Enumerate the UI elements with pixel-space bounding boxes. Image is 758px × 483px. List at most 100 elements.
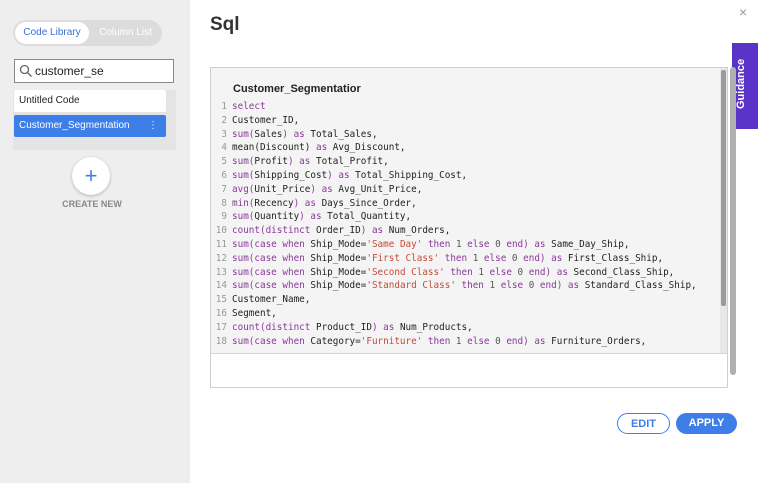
code-line: 16 Segment, — [211, 307, 721, 321]
close-icon[interactable]: × — [739, 4, 747, 20]
code-token: ) as — [371, 321, 400, 333]
code-token: Num_Orders, — [388, 225, 451, 237]
search-input[interactable]: customer_se — [14, 59, 174, 83]
code-token: 'Standard Class' — [366, 280, 456, 292]
code-token: else — [478, 252, 512, 264]
code-token: else — [495, 280, 529, 292]
code-token: end) as — [534, 280, 585, 292]
code-line: 11 sum(case when Ship_Mode='Same Day' the… — [211, 238, 721, 252]
line-number: 4 — [221, 142, 227, 154]
code-token: sum(case when — [232, 335, 311, 347]
more-options-icon[interactable]: ⋮ — [148, 115, 158, 137]
code-token: Customer_ID, — [232, 114, 300, 126]
code-token: then — [444, 266, 479, 278]
search-value: customer_se — [35, 64, 104, 78]
line-number: 3 — [221, 128, 227, 140]
line-number: 13 — [215, 266, 227, 278]
code-token: ) as — [360, 225, 389, 237]
line-number: 8 — [221, 197, 227, 209]
code-line: 9 sum(Quantity) as Total_Quantity, — [211, 210, 721, 224]
code-line: 18 sum(case when Category='Furniture' the… — [211, 335, 721, 349]
code-token: Recency — [254, 197, 294, 209]
code-line: 10 count(distinct Order_ID) as Num_Orders… — [211, 224, 721, 238]
code-title: Customer_Segmentatior — [233, 83, 361, 95]
code-token: sum( — [232, 169, 255, 181]
code-token: end) as — [500, 238, 552, 250]
line-number: 2 — [221, 114, 227, 126]
code-token: Profit — [254, 156, 288, 168]
tab-column-list[interactable]: Column List — [91, 22, 160, 44]
code-token: Furniture_Orders, — [551, 335, 647, 347]
code-token: then — [422, 238, 456, 250]
guidance-label: Guidance — [735, 58, 747, 109]
code-token: Ship_Mode= — [310, 266, 367, 278]
code-area[interactable]: Customer_Segmentatior 1 select 2 Customer_I… — [211, 68, 721, 353]
list-item-customer-segmentation[interactable]: Customer_Segmentation ⋮ — [14, 115, 166, 137]
code-library-panel: Code Library Column List customer_se Unt… — [0, 0, 190, 483]
code-line: 17 count(distinct Product_ID) as Num_Prod… — [211, 321, 721, 335]
code-token: else — [461, 335, 496, 347]
edit-button[interactable]: EDIT — [617, 413, 670, 434]
apply-button[interactable]: APPLY — [676, 413, 737, 434]
code-token: Num_Products, — [399, 321, 473, 333]
editor-input-area[interactable] — [211, 354, 727, 387]
code-line: 5 sum(Profit) as Total_Profit, — [211, 155, 721, 169]
code-token: First_Class_Ship, — [567, 252, 664, 264]
code-token: 'Same Day' — [366, 238, 423, 250]
code-line: 8 min(Recency) as Days_Since_Order, — [211, 197, 721, 211]
line-number: 7 — [221, 183, 227, 195]
code-token: Ship_Mode= — [310, 238, 367, 250]
code-token: select — [232, 101, 266, 112]
code-token: 'First Class' — [366, 252, 440, 264]
code-token: sum(case when — [232, 252, 311, 264]
view-toggle: Code Library Column List — [13, 20, 162, 46]
line-number: 5 — [221, 156, 227, 168]
code-token: Days_Since_Order, — [321, 197, 417, 209]
line-number: 9 — [221, 211, 227, 223]
code-line: 12 sum(case when Ship_Mode='First Class' … — [211, 252, 721, 266]
create-new-label: CREATE NEW — [62, 199, 122, 209]
code-token: ) as — [293, 197, 322, 209]
code-token: sum( — [232, 156, 255, 168]
code-token: Shipping_Cost — [254, 169, 328, 181]
code-token: Category= — [310, 335, 361, 347]
code-token: Segment, — [232, 307, 277, 319]
search-icon — [19, 64, 32, 77]
code-line: 2 Customer_ID, — [211, 114, 721, 128]
code-token: mean(Discount) — [232, 142, 316, 154]
panel-scrollbar[interactable] — [730, 67, 736, 375]
line-number: 14 — [215, 280, 227, 292]
sql-editor[interactable]: Customer_Segmentatior 1 select 2 Customer_I… — [210, 67, 728, 388]
code-token: sum(case when — [232, 266, 311, 278]
plus-icon: + — [84, 163, 98, 188]
code-token: Second_Class_Ship, — [573, 266, 675, 278]
code-line: 13 sum(case when Ship_Mode='Second Class'… — [211, 266, 721, 280]
line-number: 10 — [215, 225, 227, 237]
code-token: ) as — [327, 169, 356, 181]
list-item-label: Customer_Segmentation — [19, 120, 130, 131]
tab-code-library[interactable]: Code Library — [15, 22, 89, 44]
code-line: 6 sum(Shipping_Cost) as Total_Shipping_Co… — [211, 169, 721, 183]
code-token: Order_ID — [315, 225, 361, 237]
list-item-untitled-code[interactable]: Untitled Code — [14, 90, 166, 112]
code-token: sum( — [232, 211, 255, 223]
code-token: Customer_Name, — [232, 294, 311, 306]
line-number: 12 — [215, 252, 227, 264]
line-number: 16 — [215, 307, 227, 319]
code-token: Same_Day_Ship, — [551, 238, 630, 250]
code-token: then — [439, 252, 473, 264]
code-line: 4 mean(Discount) as Avg_Discount, — [211, 141, 721, 155]
code-token: Avg_Unit_Price, — [338, 183, 423, 195]
editor-scrollbar[interactable] — [721, 70, 726, 306]
code-token: ) as — [282, 128, 311, 140]
code-token: Ship_Mode= — [310, 252, 367, 264]
code-line: 1 select — [211, 100, 721, 114]
code-token: as — [315, 142, 333, 154]
code-token: end) as — [517, 252, 568, 264]
code-token: ) as — [287, 156, 316, 168]
create-new-button[interactable]: + — [72, 157, 110, 195]
code-token: Total_Profit, — [315, 156, 389, 168]
code-line: 7 avg(Unit_Price) as Avg_Unit_Price, — [211, 183, 721, 197]
code-token: Total_Quantity, — [327, 211, 412, 223]
code-token: Quantity — [254, 211, 300, 223]
